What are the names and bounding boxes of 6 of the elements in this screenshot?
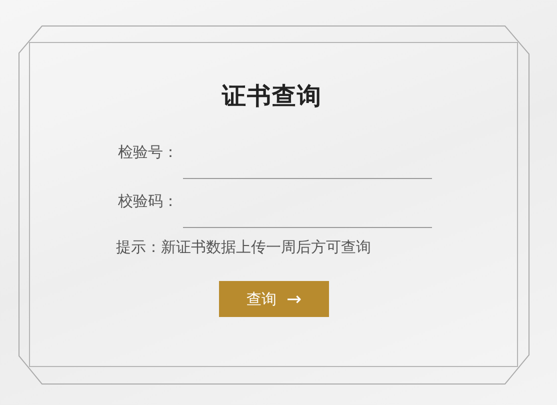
field-label: 校验码： <box>118 191 179 211</box>
query-button[interactable]: 查询 → <box>219 281 329 317</box>
arrow-icon: → <box>286 288 302 310</box>
card-title: 证书查询 <box>222 80 322 112</box>
hint-text: 提示：新证书数据上传一周后方可查询 <box>116 238 371 257</box>
field-label: 检验号： <box>118 142 179 162</box>
